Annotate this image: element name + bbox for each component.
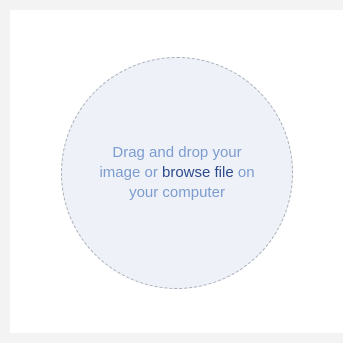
dropzone-line-2-prefix: image or — [99, 164, 162, 181]
dropzone-line-1: Drag and drop your — [112, 144, 242, 161]
dropzone-line-2: image or browse file on — [72, 163, 282, 183]
upload-card: Drag and drop your image or browse file … — [10, 10, 343, 333]
dropzone-line-2-suffix: on — [233, 164, 255, 181]
dropzone-instructions: Drag and drop your image or browse file … — [72, 143, 282, 203]
file-dropzone[interactable]: Drag and drop your image or browse file … — [61, 57, 293, 289]
dropzone-line-3: your computer — [129, 184, 225, 201]
browse-file-link[interactable]: browse file — [162, 164, 234, 181]
